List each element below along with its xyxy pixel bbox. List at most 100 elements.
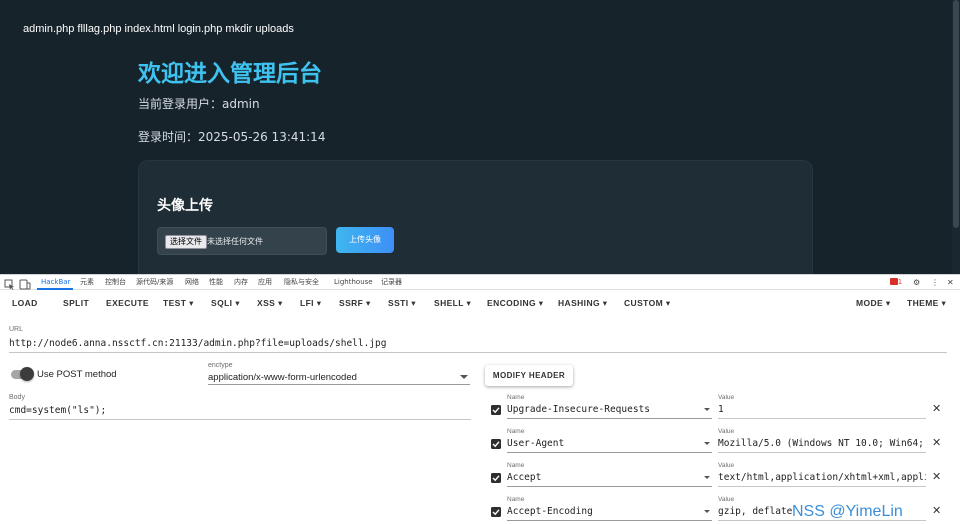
remove-header-icon[interactable]: ✕ <box>932 504 941 517</box>
shell-menu[interactable]: SHELL ▾ <box>434 298 471 309</box>
ssrf-menu[interactable]: SSRF ▾ <box>339 298 371 309</box>
file-input[interactable]: 选择文件 未选择任何文件 <box>157 227 327 255</box>
header-value-label: Value <box>718 428 735 435</box>
enctype-select[interactable]: application/x-www-form-urlencoded <box>208 372 357 383</box>
header-value-input[interactable]: Mozilla/5.0 (Windows NT 10.0; Win64; x <box>718 438 926 449</box>
header-name-underline <box>507 486 712 487</box>
login-time-text: 登录时间：2025-05-26 13:41:14 <box>138 130 326 144</box>
upload-heading: 头像上传 <box>157 198 213 214</box>
header-value-label: Value <box>718 496 735 503</box>
header-name-input[interactable]: Accept-Encoding <box>507 506 593 517</box>
header-enabled-checkbox[interactable] <box>491 473 501 483</box>
enctype-underline <box>208 384 470 385</box>
settings-gear-icon[interactable]: ⚙ <box>913 277 920 288</box>
more-options-icon[interactable]: ⋮ <box>931 277 939 288</box>
header-value-underline <box>718 418 926 419</box>
ssti-menu[interactable]: SSTI ▾ <box>388 298 416 309</box>
post-method-label: Use POST method <box>37 369 117 380</box>
encoding-menu[interactable]: ENCODING ▾ <box>487 298 543 309</box>
header-row: Name Accept Value text/html,application/… <box>485 461 955 495</box>
chevron-down-icon[interactable] <box>704 510 710 513</box>
header-name-input[interactable]: Upgrade-Insecure-Requests <box>507 404 650 415</box>
header-name-label: Name <box>507 496 525 503</box>
split-button[interactable]: SPLIT <box>63 298 89 308</box>
hackbar-toolbar: LOAD SPLIT EXECUTE TEST ▾ SQLI ▾ XSS ▾ L… <box>0 291 960 315</box>
test-menu[interactable]: TEST ▾ <box>163 298 194 309</box>
file-listing: admin.php flllag.php index.html login.ph… <box>23 23 294 35</box>
error-count[interactable]: 1 <box>898 277 902 288</box>
tab-application[interactable]: 应用 <box>258 277 272 288</box>
chevron-down-icon[interactable] <box>460 375 468 379</box>
tab-sources[interactable]: 源代码/来源 <box>136 277 173 288</box>
header-value-underline <box>718 452 926 453</box>
active-tab-indicator <box>37 288 73 290</box>
inspect-element-icon[interactable] <box>4 277 15 290</box>
body-label: Body <box>9 394 25 401</box>
load-button[interactable]: LOAD <box>12 298 38 308</box>
header-name-label: Name <box>507 428 525 435</box>
remove-header-icon[interactable]: ✕ <box>932 436 941 449</box>
avatar-upload-card: 头像上传 选择文件 未选择任何文件 上传头像 <box>138 160 813 274</box>
tab-memory[interactable]: 内存 <box>234 277 248 288</box>
page-title: 欢迎进入管理后台 <box>138 61 322 87</box>
tab-recorder[interactable]: 记录器 <box>381 277 402 288</box>
header-name-input[interactable]: User-Agent <box>507 438 564 449</box>
header-name-underline <box>507 520 712 521</box>
url-underline <box>9 352 947 353</box>
modify-header-button[interactable]: MODIFY HEADER <box>485 365 573 386</box>
scrollbar-thumb[interactable] <box>953 0 959 228</box>
watermark-text: NSS @YimeLin <box>792 503 903 520</box>
header-name-label: Name <box>507 394 525 401</box>
chevron-down-icon[interactable] <box>704 442 710 445</box>
header-row: Name User-Agent Value Mozilla/5.0 (Windo… <box>485 427 955 461</box>
tab-performance[interactable]: 性能 <box>209 277 223 288</box>
header-value-input[interactable]: text/html,application/xhtml+xml,applic <box>718 472 926 483</box>
device-toolbar-icon[interactable] <box>19 277 31 290</box>
toggle-knob[interactable] <box>20 367 34 381</box>
header-enabled-checkbox[interactable] <box>491 507 501 517</box>
xss-menu[interactable]: XSS ▾ <box>257 298 283 309</box>
upload-avatar-button[interactable]: 上传头像 <box>336 227 394 253</box>
sqli-menu[interactable]: SQLI ▾ <box>211 298 240 309</box>
remove-header-icon[interactable]: ✕ <box>932 402 941 415</box>
url-label: URL <box>9 326 24 333</box>
header-row: Name Upgrade-Insecure-Requests Value 1 ✕ <box>485 393 955 427</box>
tab-hackbar[interactable]: HackBar <box>41 277 70 288</box>
header-enabled-checkbox[interactable] <box>491 439 501 449</box>
enctype-label: enctype <box>208 362 233 369</box>
tab-privacy-security[interactable]: 隐私与安全 <box>284 277 319 288</box>
tab-console[interactable]: 控制台 <box>105 277 126 288</box>
lfi-menu[interactable]: LFI ▾ <box>300 298 321 309</box>
error-icon[interactable] <box>890 278 898 285</box>
no-file-text: 未选择任何文件 <box>207 237 263 246</box>
custom-menu[interactable]: CUSTOM ▾ <box>624 298 671 309</box>
theme-menu[interactable]: THEME ▾ <box>907 298 946 309</box>
header-name-underline <box>507 452 712 453</box>
choose-file-button[interactable]: 选择文件 <box>165 235 207 249</box>
tab-lighthouse[interactable]: Lighthouse <box>334 277 373 288</box>
current-user-text: 当前登录用户：admin <box>138 97 260 111</box>
remove-header-icon[interactable]: ✕ <box>932 470 941 483</box>
page-scrollbar[interactable] <box>952 0 960 274</box>
header-value-input[interactable]: 1 <box>718 404 926 415</box>
url-input[interactable]: http://node6.anna.nssctf.cn:21133/admin.… <box>9 338 387 349</box>
body-input[interactable]: cmd=system("ls"); <box>9 405 106 416</box>
header-name-underline <box>507 418 712 419</box>
header-name-input[interactable]: Accept <box>507 472 541 483</box>
hashing-menu[interactable]: HASHING ▾ <box>558 298 607 309</box>
mode-menu[interactable]: MODE ▾ <box>856 298 891 309</box>
tab-elements[interactable]: 元素 <box>80 277 94 288</box>
header-value-label: Value <box>718 462 735 469</box>
devtools-tab-bar: HackBar 元素 控制台 源代码/来源 网络 性能 内存 应用 隐私与安全 … <box>0 274 960 290</box>
close-devtools-icon[interactable]: ✕ <box>947 277 954 288</box>
chevron-down-icon[interactable] <box>704 476 710 479</box>
header-value-underline <box>718 486 926 487</box>
execute-button[interactable]: EXECUTE <box>106 298 149 308</box>
chevron-down-icon[interactable] <box>704 408 710 411</box>
tab-network[interactable]: 网络 <box>185 277 199 288</box>
header-value-label: Value <box>718 394 735 401</box>
body-underline <box>9 419 471 420</box>
header-enabled-checkbox[interactable] <box>491 405 501 415</box>
header-name-label: Name <box>507 462 525 469</box>
admin-webpage: admin.php flllag.php index.html login.ph… <box>0 0 960 274</box>
